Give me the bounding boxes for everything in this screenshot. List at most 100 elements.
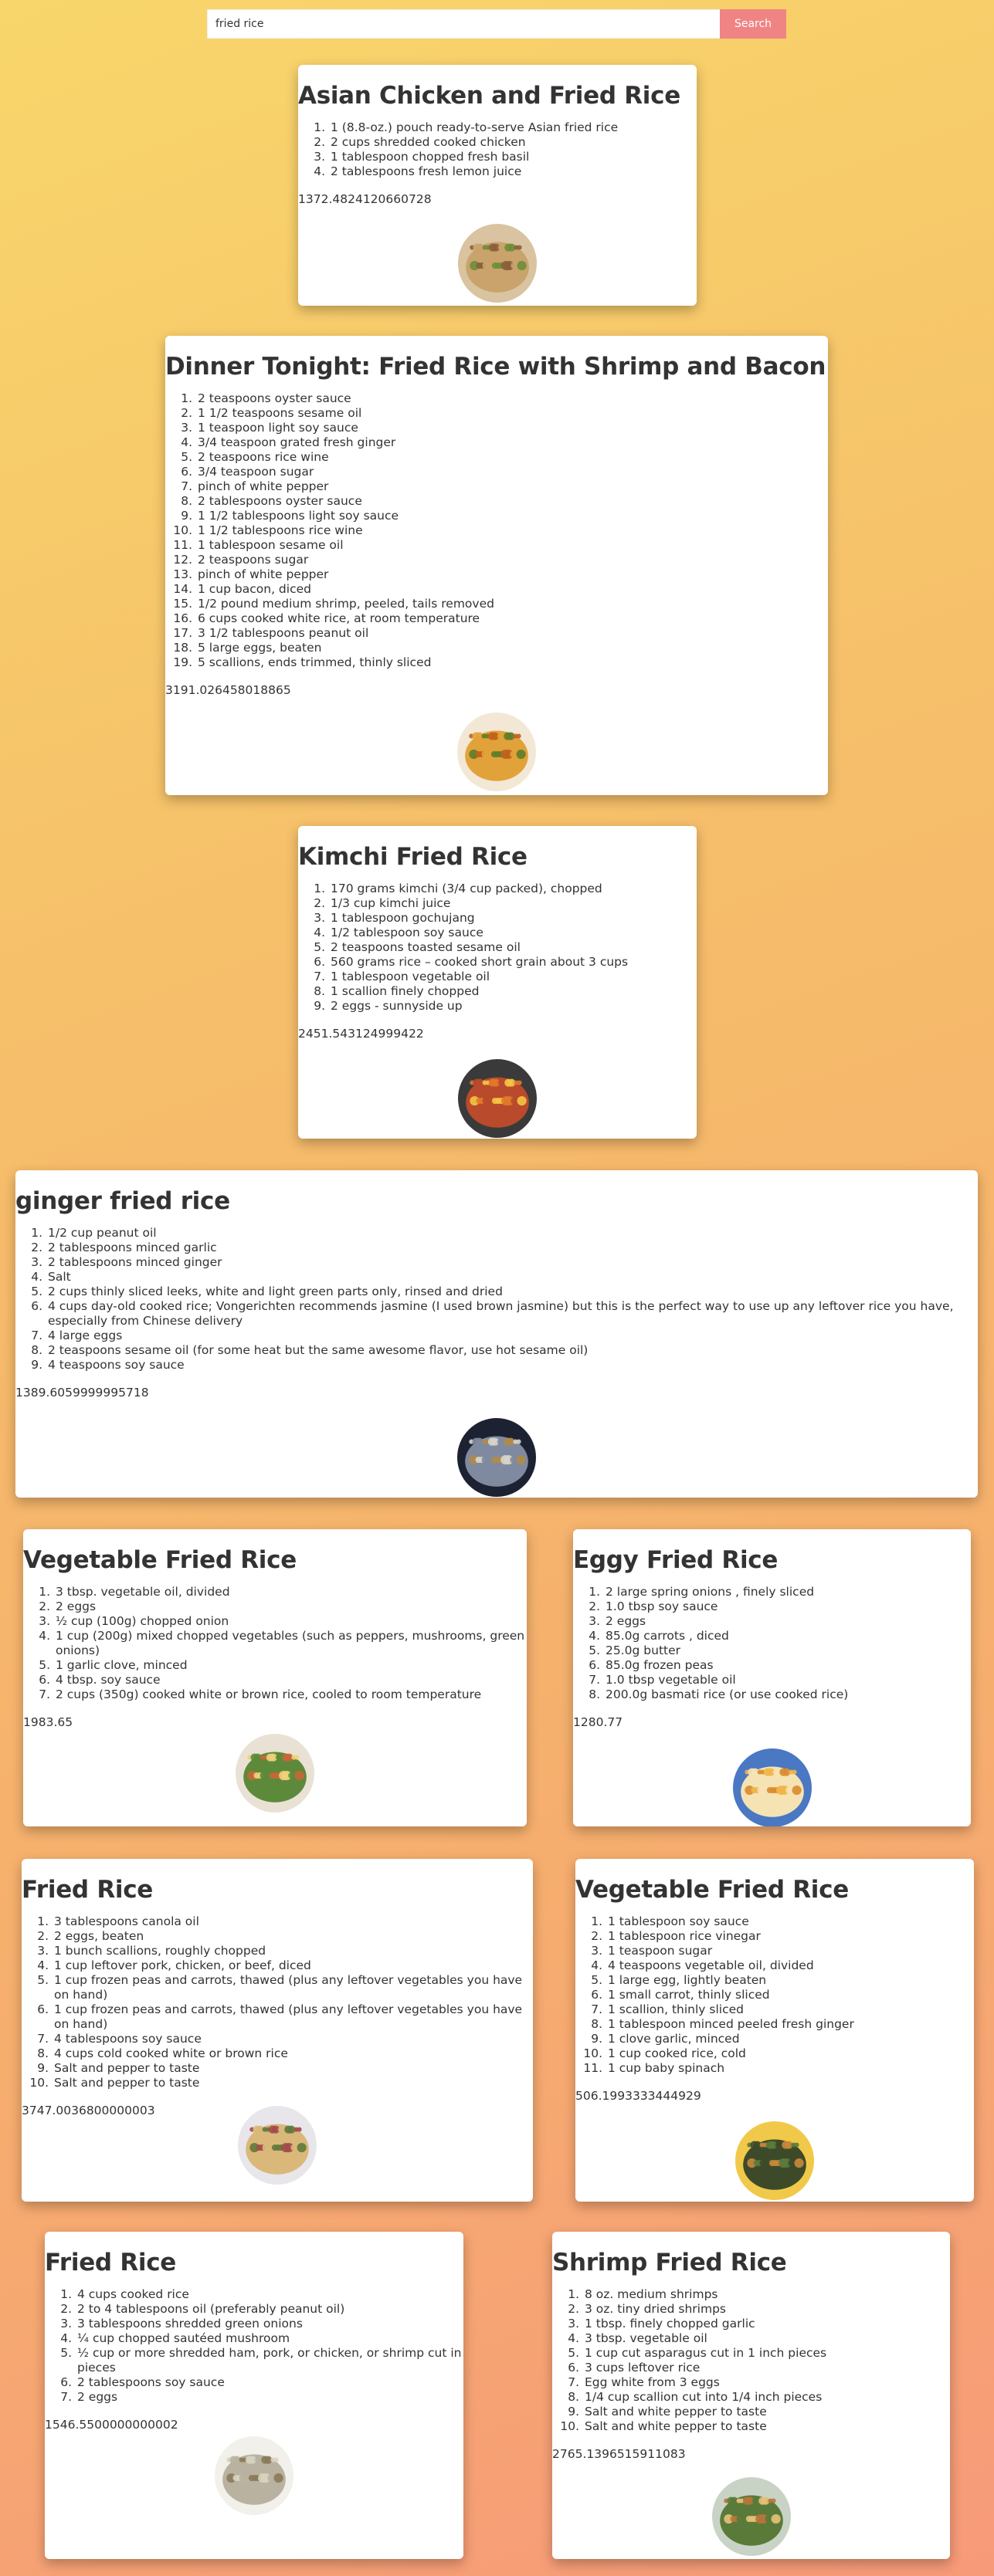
- recipe-card: Dinner Tonight: Fried Rice with Shrimp a…: [165, 336, 828, 795]
- recipe-score: 2451.543124999422: [298, 1027, 424, 1041]
- ingredient-item: 2 teaspoons rice wine: [196, 450, 828, 465]
- recipe-score: 1280.77: [573, 1715, 623, 1729]
- ingredient-item: 1 cup cooked rice, cold: [606, 2046, 974, 2061]
- ingredient-item: pinch of white pepper: [196, 479, 828, 494]
- ingredient-item: 1 garlic clove, minced: [54, 1658, 527, 1673]
- ingredient-item: 1 tbsp. finely chopped garlic: [583, 2317, 950, 2331]
- ingredient-item: 4 teaspoons soy sauce: [46, 1358, 978, 1373]
- recipe-score: 1372.4824120660728: [298, 192, 432, 206]
- ingredient-item: 1 tablespoon rice vinegar: [606, 1929, 974, 1944]
- ingredient-item: 1 bunch scallions, roughly chopped: [53, 1944, 533, 1958]
- recipe-image: [238, 2106, 317, 2185]
- ingredient-item: 1 scallion, thinly sliced: [606, 2002, 974, 2017]
- ingredient-item: 5 scallions, ends trimmed, thinly sliced: [196, 655, 828, 670]
- recipe-title: Vegetable Fried Rice: [575, 1876, 849, 1904]
- recipe-title: Fried Rice: [22, 1876, 154, 1904]
- ingredient-item: 2 eggs: [604, 1614, 971, 1629]
- ingredient-item: 4 cups cold cooked white or brown rice: [53, 2046, 533, 2061]
- recipe-score: 1983.65: [23, 1715, 73, 1729]
- recipe-title: Asian Chicken and Fried Rice: [298, 82, 680, 110]
- ingredient-item: 1 scallion finely chopped: [329, 984, 697, 999]
- recipe-card: ginger fried rice1/2 cup peanut oil2 tab…: [15, 1170, 978, 1498]
- ingredient-list: 3 tablespoons canola oil2 eggs, beaten1 …: [22, 1914, 533, 2090]
- recipe-title: Shrimp Fried Rice: [552, 2249, 787, 2276]
- ingredient-item: 4 cups cooked rice: [76, 2287, 463, 2302]
- ingredient-item: 1/3 cup kimchi juice: [329, 896, 697, 911]
- ingredient-item: 1 cup cut asparagus cut in 1 inch pieces: [583, 2346, 950, 2361]
- ingredient-item: 2 tablespoons minced garlic: [46, 1241, 978, 1255]
- recipe-image: [458, 224, 537, 303]
- recipe-card: Vegetable Fried Rice 1 tablespoon soy sau…: [575, 1859, 974, 2202]
- ingredient-item: 3/4 teaspoon sugar: [196, 465, 828, 479]
- ingredient-item: 4 tbsp. soy sauce: [54, 1673, 527, 1687]
- ingredient-item: 1/2 cup peanut oil: [46, 1226, 978, 1241]
- recipe-card: Kimchi Fried Rice 170 grams kimchi (3/4 c…: [298, 826, 697, 1139]
- search-bar: Search: [207, 9, 786, 39]
- ingredient-list: 4 cups cooked rice2 to 4 tablespoons oil…: [45, 2287, 463, 2405]
- recipe-title: Dinner Tonight: Fried Rice with Shrimp a…: [165, 353, 828, 381]
- ingredient-item: 1 1/2 tablespoons rice wine: [196, 523, 828, 538]
- ingredient-item: 8 oz. medium shrimps: [583, 2287, 950, 2302]
- ingredient-item: 3 tbsp. vegetable oil: [583, 2331, 950, 2346]
- ingredient-item: 3 tablespoons shredded green onions: [76, 2317, 463, 2331]
- ingredient-item: 2 tablespoons minced ginger: [46, 1255, 978, 1270]
- recipe-image: [458, 1059, 537, 1138]
- ingredient-item: 560 grams rice – cooked short grain abou…: [329, 955, 697, 970]
- ingredient-item: 2 eggs: [54, 1599, 527, 1614]
- ingredient-item: 1 cup frozen peas and carrots, thawed (p…: [53, 1973, 533, 2002]
- ingredient-item: 1 1/2 tablespoons light soy sauce: [196, 509, 828, 523]
- ingredient-item: 6 cups cooked white rice, at room temper…: [196, 611, 828, 626]
- ingredient-item: 2 teaspoons sugar: [196, 553, 828, 567]
- ingredient-item: 1/2 pound medium shrimp, peeled, tails r…: [196, 597, 828, 611]
- ingredient-list: 2 teaspoons oyster sauce1 1/2 teaspoons …: [165, 391, 828, 670]
- ingredient-list: 1 (8.8-oz.) pouch ready-to-serve Asian f…: [298, 120, 697, 179]
- ingredient-item: 2 cups thinly sliced leeks, white and li…: [46, 1285, 978, 1299]
- ingredient-item: 2 teaspoons sesame oil (for some heat bu…: [46, 1343, 978, 1358]
- ingredient-item: 3 cups leftover rice: [583, 2361, 950, 2375]
- ingredient-item: 2 cups (350g) cooked white or brown rice…: [54, 1687, 527, 1702]
- ingredient-list: 8 oz. medium shrimps3 oz. tiny dried shr…: [552, 2287, 950, 2434]
- recipe-image: [735, 2121, 814, 2200]
- ingredient-item: 1 1/2 teaspoons sesame oil: [196, 406, 828, 421]
- recipe-title: Eggy Fried Rice: [573, 1546, 779, 1574]
- ingredient-item: 2 tablespoons oyster sauce: [196, 494, 828, 509]
- ingredient-item: 2 cups shredded cooked chicken: [329, 135, 697, 150]
- ingredient-item: 1 tablespoon soy sauce: [606, 1914, 974, 1929]
- ingredient-item: 2 large spring onions , finely sliced: [604, 1585, 971, 1599]
- ingredient-item: Salt: [46, 1270, 978, 1285]
- recipe-card: Fried Rice 4 cups cooked rice2 to 4 table…: [45, 2232, 463, 2559]
- recipe-image: [711, 2477, 791, 2556]
- ingredient-item: 3 1/2 tablespoons peanut oil: [196, 626, 828, 641]
- recipe-card: Fried Rice 3 tablespoons canola oil2 eggs…: [22, 1859, 533, 2202]
- ingredient-item: 2 teaspoons oyster sauce: [196, 391, 828, 406]
- recipe-image: [236, 1734, 314, 1813]
- ingredient-item: Salt and pepper to taste: [53, 2076, 533, 2090]
- ingredient-item: 1 tablespoon chopped fresh basil: [329, 150, 697, 164]
- ingredient-item: 2 eggs: [76, 2390, 463, 2405]
- ingredient-item: 3 oz. tiny dried shrimps: [583, 2302, 950, 2317]
- ingredient-item: Salt and pepper to taste: [53, 2061, 533, 2076]
- ingredient-list: 170 grams kimchi (3/4 cup packed), chopp…: [298, 882, 697, 1014]
- ingredient-item: 1 teaspoon sugar: [606, 1944, 974, 1958]
- ingredient-item: 4 teaspoons vegetable oil, divided: [606, 1958, 974, 1973]
- search-input[interactable]: [207, 9, 720, 39]
- ingredient-item: 1.0 tbsp vegetable oil: [604, 1673, 971, 1687]
- ingredient-item: 3/4 teaspoon grated fresh ginger: [196, 435, 828, 450]
- ingredient-item: 2 eggs - sunnyside up: [329, 999, 697, 1014]
- search-button[interactable]: Search: [720, 9, 786, 39]
- recipe-score: 1389.6059999995718: [15, 1386, 149, 1400]
- ingredient-item: 1 clove garlic, minced: [606, 2032, 974, 2046]
- ingredient-item: Egg white from 3 eggs: [583, 2375, 950, 2390]
- ingredient-item: ½ cup (100g) chopped onion: [54, 1614, 527, 1629]
- ingredient-item: 1 cup leftover pork, chicken, or beef, d…: [53, 1958, 533, 1973]
- recipe-score: 506.1993333444929: [575, 2089, 701, 2103]
- ingredient-item: 1 (8.8-oz.) pouch ready-to-serve Asian f…: [329, 120, 697, 135]
- recipe-score: 2765.1396515911083: [552, 2447, 686, 2461]
- ingredient-item: 1 large egg, lightly beaten: [606, 1973, 974, 1988]
- ingredient-item: 1 cup (200g) mixed chopped vegetables (s…: [54, 1629, 527, 1658]
- ingredient-item: 1.0 tbsp soy sauce: [604, 1599, 971, 1614]
- recipe-image: [732, 1748, 812, 1826]
- ingredient-list: 1 tablespoon soy sauce1 tablespoon rice …: [575, 1914, 974, 2076]
- ingredient-item: 2 eggs, beaten: [53, 1929, 533, 1944]
- recipe-title: Kimchi Fried Rice: [298, 843, 528, 871]
